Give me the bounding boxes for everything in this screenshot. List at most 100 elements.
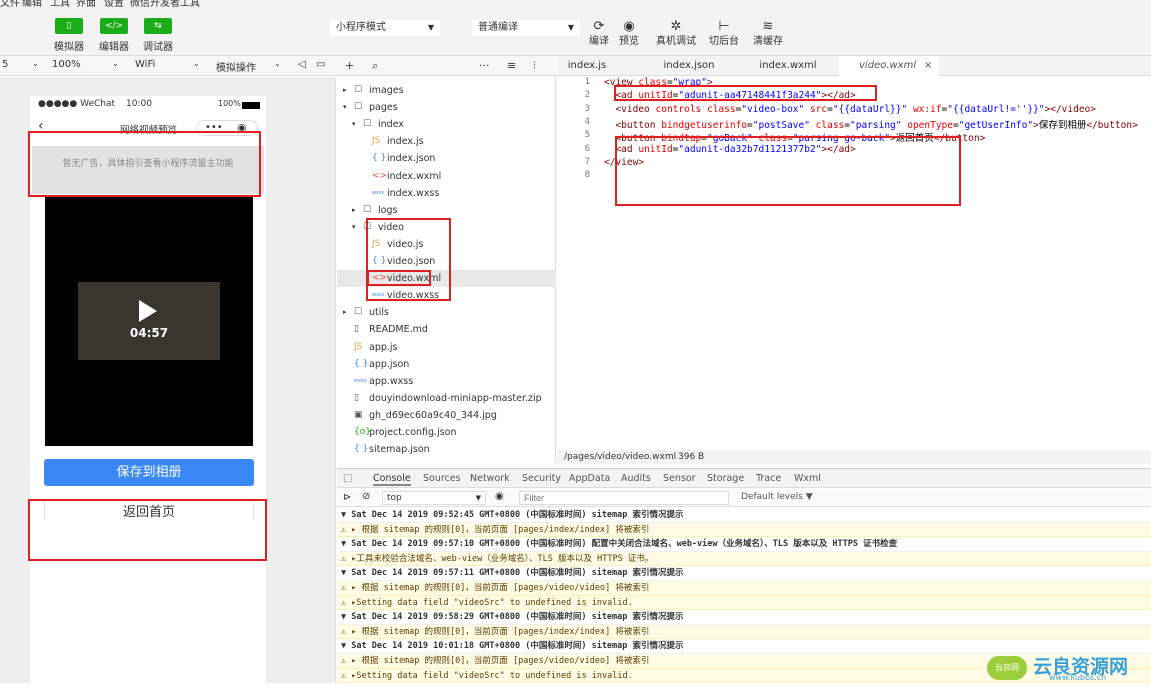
caret-down-icon[interactable]: ▾ xyxy=(352,219,356,236)
file-tree-item[interactable]: wxss index.wxss xyxy=(337,185,556,202)
file-icon: wxss xyxy=(354,377,367,384)
eye-icon[interactable]: ◉ xyxy=(495,491,504,502)
file-tree-item[interactable]: ▯ README.md xyxy=(337,321,556,338)
tab-trace[interactable]: Trace xyxy=(756,473,781,484)
file-tree-item[interactable]: ▾ ☐ pages xyxy=(337,99,556,116)
menu-edit[interactable]: 编辑 xyxy=(22,0,42,8)
console-info-row[interactable]: ▼ Sat Dec 14 2019 09:57:10 GMT+0800 (中国标… xyxy=(337,537,1151,552)
menu-settings[interactable]: 设置 xyxy=(104,0,124,8)
sim-operation-select[interactable]: 模拟操作 xyxy=(216,59,256,74)
file-tree-item[interactable]: JS app.js xyxy=(337,339,556,356)
code-token: </button> xyxy=(1086,119,1138,131)
play-icon[interactable] xyxy=(139,300,157,322)
context-select[interactable]: top ▼ xyxy=(382,491,486,505)
console-info-row[interactable]: ▼ Sat Dec 14 2019 09:57:11 GMT+0800 (中国标… xyxy=(337,566,1151,581)
file-tree-item[interactable]: { } app.json xyxy=(337,356,556,373)
file-path: /pages/video/video.wxml xyxy=(564,452,677,462)
compile-select[interactable]: 普通编译 ▼ xyxy=(472,20,580,36)
window-icon[interactable]: ▭ xyxy=(316,59,325,70)
tab-sources[interactable]: Sources xyxy=(423,473,461,484)
tab-index-js[interactable]: index.js xyxy=(557,56,617,76)
caret-down-icon[interactable]: ▾ xyxy=(343,99,347,116)
tab-index-wxml[interactable]: index.wxml xyxy=(753,56,823,76)
layers-icon: ≋ xyxy=(762,19,774,34)
volume-icon[interactable]: ◁ xyxy=(298,59,306,70)
code-token: src xyxy=(809,103,828,115)
sidebar-toggle-icon[interactable]: ⊳ xyxy=(343,492,351,503)
file-tree-item[interactable]: ▸ ☐ utils xyxy=(337,304,556,321)
sort-icon[interactable]: ≡ xyxy=(507,59,516,72)
file-tree-item[interactable]: ▾ ☐ index xyxy=(337,116,556,133)
code-line: <video controls class="video-box" src="{… xyxy=(604,104,1096,115)
file-tree-item[interactable]: ▣ gh_d69ec60a9c40_344.jpg xyxy=(337,407,556,424)
scale-select[interactable]: 5 xyxy=(2,59,8,70)
file-tree-label: app.wxss xyxy=(369,375,414,387)
clear-console-icon[interactable]: ⊘ xyxy=(362,491,370,502)
simulator-button[interactable]: ▯ 模拟器 xyxy=(51,18,87,53)
log-levels-select[interactable]: Default levels ▼ xyxy=(741,492,813,502)
close-icon[interactable]: × xyxy=(924,56,932,76)
chevron-down-icon: ▼ xyxy=(427,23,434,32)
file-tree-item[interactable]: { } index.json xyxy=(337,150,556,167)
editor-tab-bar: index.js index.json index.wxml video.wxm… xyxy=(557,56,1151,76)
file-tree-item[interactable]: ▯ douyindownload-miniapp-master.zip xyxy=(337,390,556,407)
inspect-icon[interactable]: ⬚ xyxy=(343,473,352,484)
save-to-album-button[interactable]: 保存到相册 xyxy=(44,459,254,486)
tab-video-wxml[interactable]: video.wxml × xyxy=(839,56,939,76)
chevron-down-icon: ⌄ xyxy=(274,59,281,68)
tab-audits[interactable]: Audits xyxy=(621,473,651,484)
file-tree-item[interactable]: ▸ ☐ images xyxy=(337,82,556,99)
tab-index-json[interactable]: index.json xyxy=(655,56,723,76)
menu-tools[interactable]: 工具 xyxy=(50,0,70,8)
tab-sensor[interactable]: Sensor xyxy=(663,473,696,484)
console-info-row[interactable]: ▼ Sat Dec 14 2019 09:58:29 GMT+0800 (中国标… xyxy=(337,610,1151,625)
console-warning-row[interactable]: ⚠ ▸ 根据 sitemap 的规则[0]，当前页面 [pages/index/… xyxy=(337,624,1151,640)
caret-right-icon[interactable]: ▸ xyxy=(343,82,347,99)
file-tree-item[interactable]: { } sitemap.json xyxy=(337,441,556,458)
caret-right-icon[interactable]: ▸ xyxy=(343,304,347,321)
console-warning-row[interactable]: ⚠ ▸Setting data field "videoSrc" to unde… xyxy=(337,595,1151,611)
add-file-icon[interactable]: + xyxy=(345,59,354,72)
mode-select[interactable]: 小程序模式 ▼ xyxy=(330,20,440,36)
console-warning-row[interactable]: ⚠ ▸ 根据 sitemap 的规则[0]，当前页面 [pages/video/… xyxy=(337,581,1151,596)
remote-debug-button[interactable]: ✲ 真机调试 xyxy=(656,18,696,48)
console-warning-row[interactable]: ⚠ ▸工具未校验合法域名、web-view（业务域名）、TLS 版本以及 HTT… xyxy=(337,551,1151,567)
file-icon: ▯ xyxy=(354,392,359,403)
console-info-row[interactable]: ▼ Sat Dec 14 2019 09:52:45 GMT+0800 (中国标… xyxy=(337,508,1151,523)
console-filter-input[interactable] xyxy=(519,491,729,505)
file-tree-item[interactable]: JS index.js xyxy=(337,133,556,150)
editor-button[interactable]: </> 编辑器 xyxy=(96,18,132,53)
file-tree-item[interactable]: wxss app.wxss xyxy=(337,373,556,390)
tab-security[interactable]: Security xyxy=(522,473,561,484)
network-select[interactable]: WiFi xyxy=(135,59,155,70)
menu-file[interactable]: 文件 xyxy=(0,0,20,8)
chevron-down-icon: ▼ xyxy=(567,23,574,32)
code-token: 保存到相册 xyxy=(1038,119,1087,131)
clear-cache-button[interactable]: ≋ 清缓存 xyxy=(750,18,786,48)
debugger-button[interactable]: ⇆ 调试器 xyxy=(140,18,176,53)
file-icon: { } xyxy=(354,444,369,455)
menu-devtools[interactable]: 微信开发者工具 xyxy=(130,0,200,8)
menu-view[interactable]: 界面 xyxy=(76,0,96,8)
preview-button[interactable]: ◉ 预览 xyxy=(613,18,645,48)
caret-down-icon[interactable]: ▾ xyxy=(352,116,356,133)
zoom-select[interactable]: 100% xyxy=(52,59,81,70)
background-button[interactable]: ⊢ 切后台 xyxy=(706,18,742,48)
file-tree-item[interactable]: ▸ ☐ logs xyxy=(337,202,556,219)
tab-appdata[interactable]: AppData xyxy=(569,473,610,484)
console-warning-row[interactable]: ⚠ ▸ 根据 sitemap 的规则[0]，当前页面 [pages/index/… xyxy=(337,522,1151,538)
split-icon[interactable]: ⫶ xyxy=(533,59,536,73)
search-icon[interactable]: ⌕ xyxy=(372,59,378,73)
tab-storage[interactable]: Storage xyxy=(707,473,744,484)
file-tree-item[interactable]: <> index.wxml xyxy=(337,168,556,185)
compile-button[interactable]: ⟳ 编译 xyxy=(583,18,615,48)
tab-wxml[interactable]: Wxml xyxy=(794,473,821,484)
file-tree-item[interactable]: {o} project.config.json xyxy=(337,424,556,441)
tab-network[interactable]: Network xyxy=(470,473,510,484)
folder-icon: ☐ xyxy=(354,85,363,95)
tab-console[interactable]: Console xyxy=(373,473,411,486)
caret-right-icon[interactable]: ▸ xyxy=(352,202,356,219)
more-icon[interactable]: ··· xyxy=(479,59,490,72)
file-tree-label: douyindownload-miniapp-master.zip xyxy=(369,392,542,404)
